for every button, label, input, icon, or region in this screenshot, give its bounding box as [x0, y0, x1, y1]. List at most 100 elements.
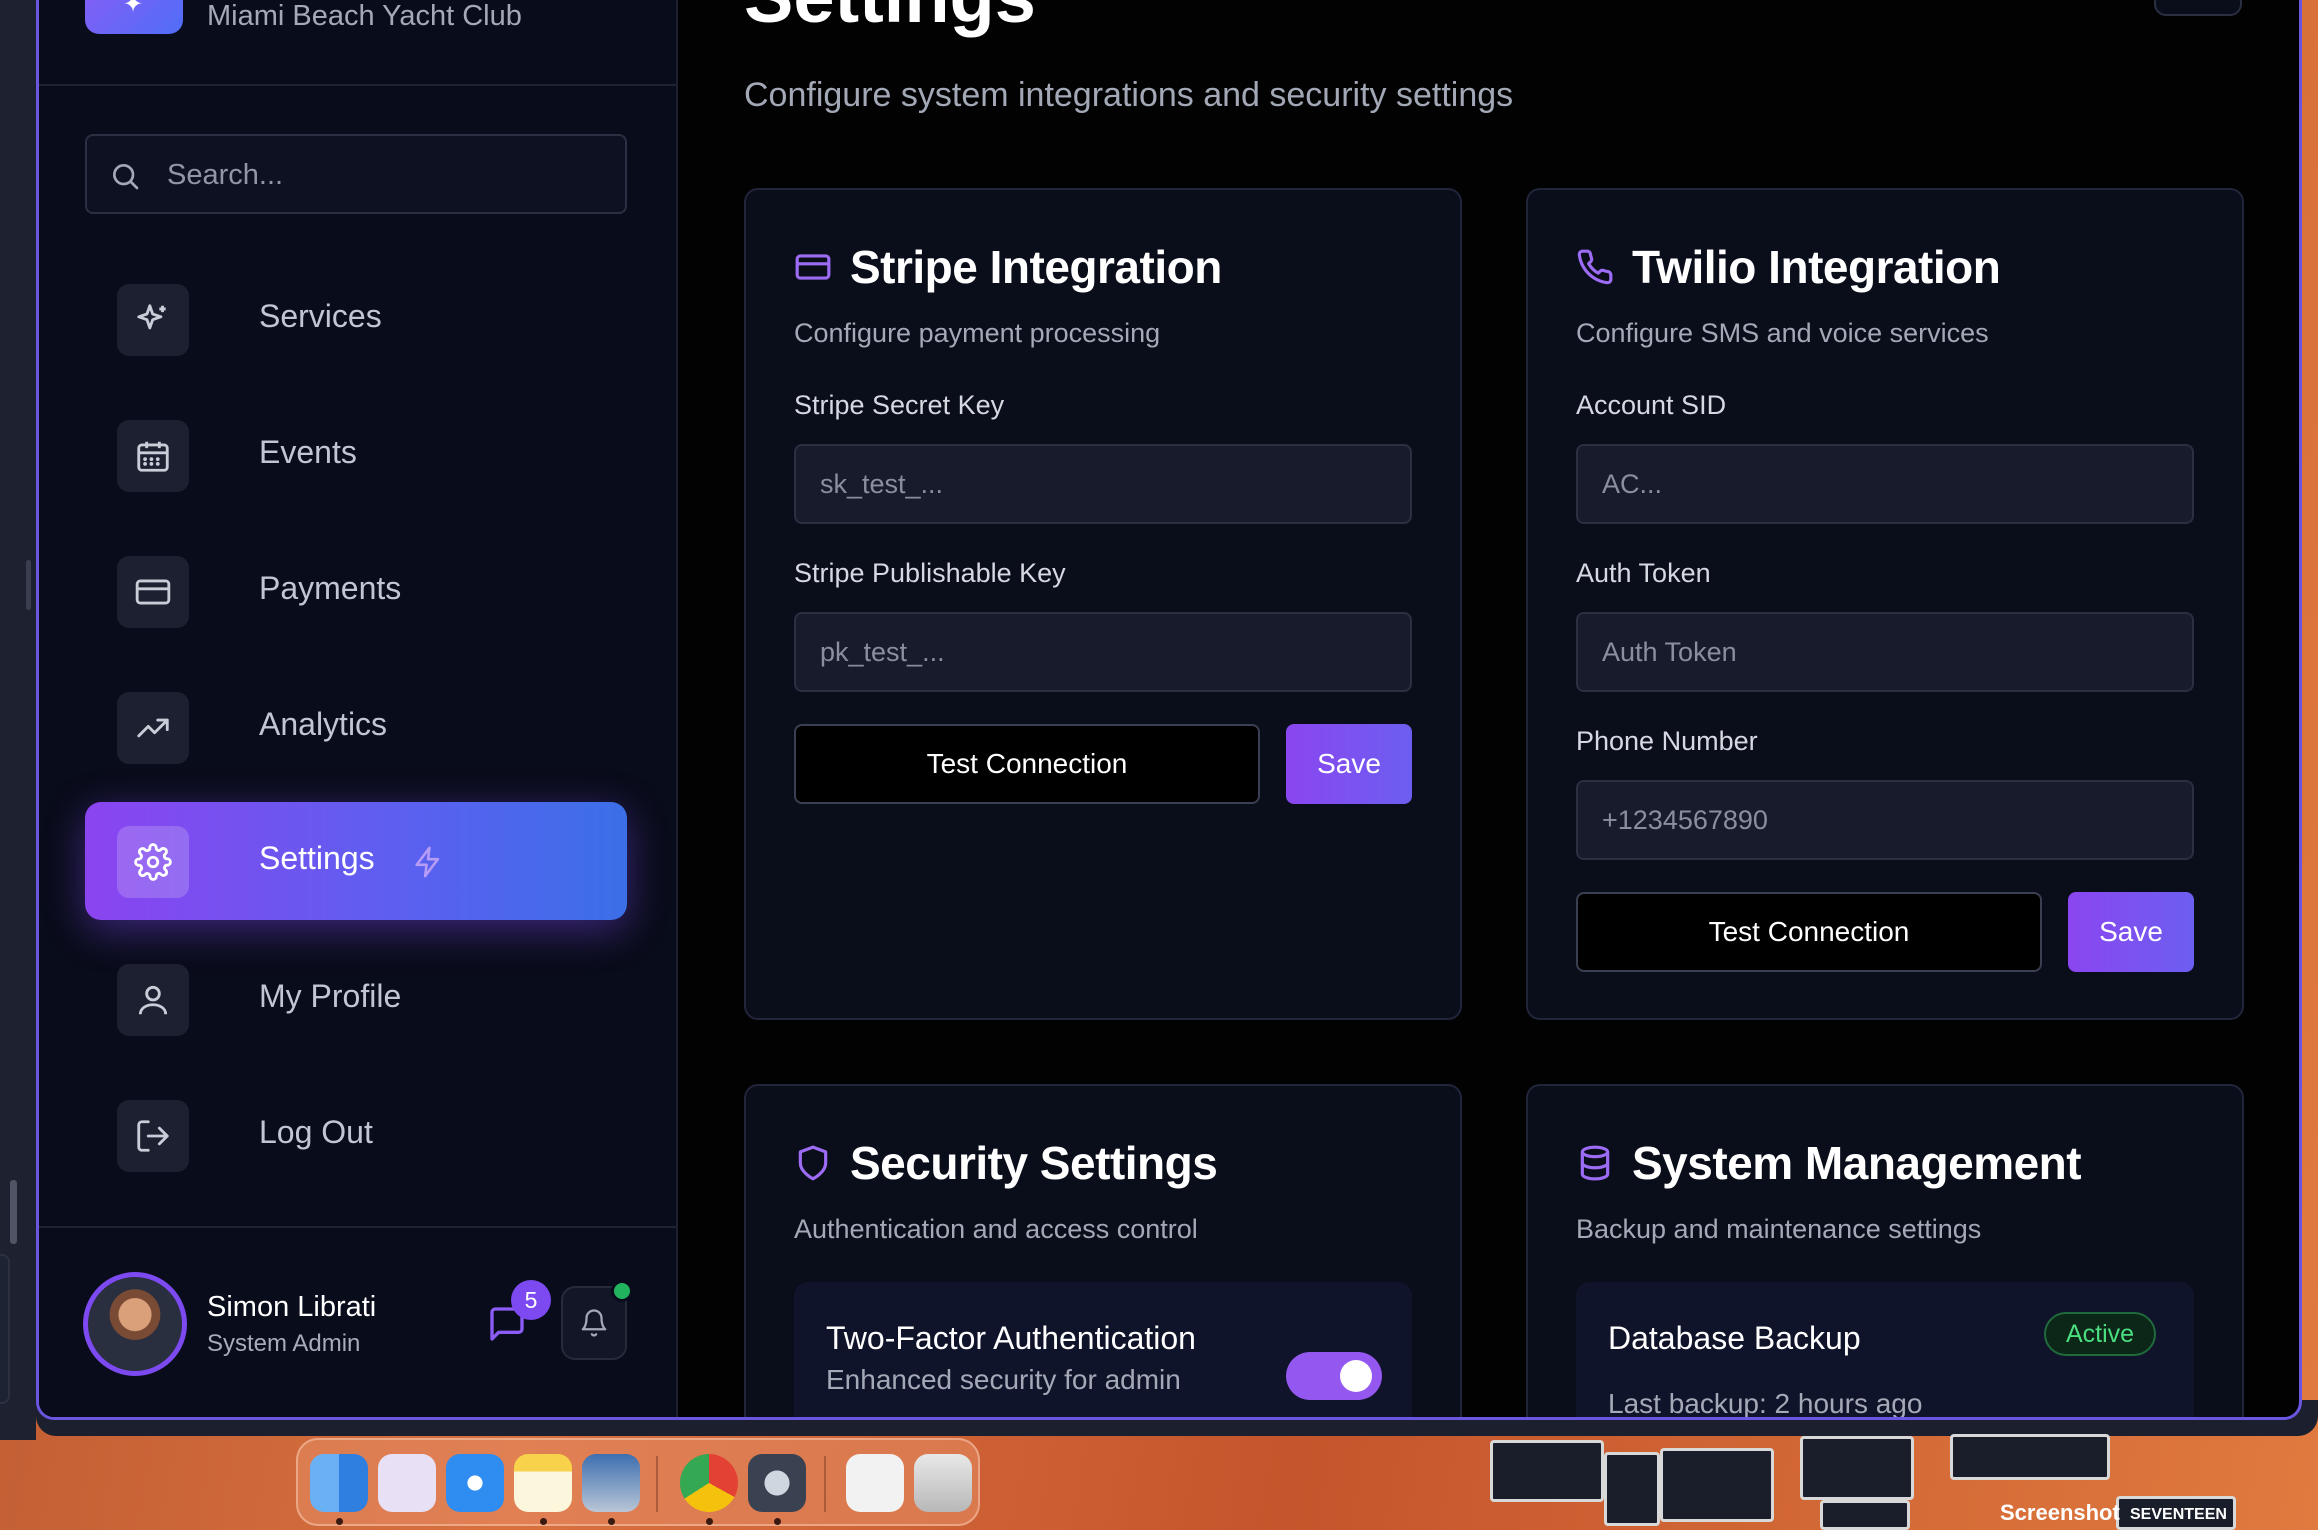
running-indicator: [608, 1518, 615, 1525]
app-window: ✦ Miami Beach Yacht Club Services Events…: [36, 0, 2302, 1420]
sidebar-item-label: Settings: [259, 840, 375, 876]
notes-icon[interactable]: [514, 1454, 572, 1512]
scroll-handle[interactable]: [10, 1180, 17, 1244]
finder-icon[interactable]: [310, 1454, 368, 1512]
toggle-knob: [1340, 1360, 1372, 1392]
desktop-file-thumbnail[interactable]: [1950, 1434, 2110, 1480]
database-backup-panel: Database Backup Active Last backup: 2 ho…: [1576, 1282, 2194, 1417]
search-box: [85, 134, 627, 214]
sidebar-item-log-out[interactable]: Log Out: [85, 1076, 627, 1194]
sidebar-item-label: Log Out: [259, 1114, 373, 1150]
desktop-file-thumbnail[interactable]: [1490, 1440, 1604, 1502]
trending-up-icon: [117, 692, 189, 764]
status-badge: Active: [2044, 1312, 2157, 1356]
card-header: System Management: [1576, 1136, 2082, 1190]
sidebar-item-payments[interactable]: Payments: [85, 532, 627, 650]
desktop-file-label[interactable]: Screenshot: [2000, 1500, 2120, 1526]
field-label: Auth Token: [1576, 558, 1711, 588]
documents-icon[interactable]: [846, 1454, 904, 1512]
status-indicator: [611, 1280, 633, 1302]
shield-icon: [798, 1145, 828, 1181]
brand-logo[interactable]: ✦: [85, 0, 183, 34]
sidebar-item-events[interactable]: Events: [85, 396, 627, 514]
message-count-badge: 5: [511, 1280, 551, 1320]
card-header: Stripe Integration: [794, 240, 1222, 294]
sidebar-item-analytics[interactable]: Analytics: [85, 668, 627, 786]
main-content: Settings Configure system integrations a…: [680, 0, 2299, 1417]
page-subtitle: Configure system integrations and securi…: [744, 76, 1514, 114]
test-connection-button[interactable]: Test Connection: [794, 724, 1260, 804]
dock-separator: [824, 1456, 826, 1512]
header-action-button[interactable]: [2154, 0, 2242, 16]
quicktime-icon[interactable]: [748, 1454, 806, 1512]
preview-icon[interactable]: [582, 1454, 640, 1512]
card-title: Twilio Integration: [1632, 241, 2001, 293]
running-indicator: [774, 1518, 781, 1525]
sidebar-item-label: Services: [259, 298, 382, 334]
test-connection-button[interactable]: Test Connection: [1576, 892, 2042, 972]
running-indicator: [336, 1518, 343, 1525]
chrome-icon[interactable]: [680, 1454, 738, 1512]
card-title: Stripe Integration: [850, 241, 1222, 293]
auth-token-field[interactable]: [1576, 612, 2194, 692]
background-window-edge: [0, 1254, 10, 1404]
desktop-file-thumbnail[interactable]: [1604, 1452, 1660, 1526]
card-description: Configure SMS and voice services: [1576, 318, 1989, 348]
search-input[interactable]: [167, 150, 607, 200]
credit-card-icon: [795, 254, 831, 280]
setting-title: Two-Factor Authentication: [826, 1320, 1196, 1356]
lightning-icon: [415, 846, 440, 878]
stripe-secret-key-field[interactable]: [794, 444, 1412, 524]
sidebar-item-settings[interactable]: Settings: [85, 802, 627, 920]
sidebar-item-services[interactable]: Services: [85, 260, 627, 378]
sidebar-item-label: Events: [259, 434, 357, 470]
user-icon: [117, 964, 189, 1036]
user-name: Simon Librati: [207, 1291, 377, 1323]
phone-icon: [1577, 249, 1613, 285]
sidebar: ✦ Miami Beach Yacht Club Services Events…: [39, 0, 678, 1417]
setting-description: Enhanced security for admin: [826, 1364, 1181, 1395]
dock-separator: [656, 1456, 658, 1512]
card-title: Security Settings: [850, 1137, 1218, 1189]
database-icon: [1580, 1145, 1610, 1181]
save-button[interactable]: Save: [2068, 892, 2194, 972]
field-label: Phone Number: [1576, 726, 1758, 756]
user-role: System Admin: [207, 1330, 361, 1357]
sparkles-icon: [117, 284, 189, 356]
account-sid-field[interactable]: [1576, 444, 2194, 524]
trash-icon[interactable]: [914, 1454, 972, 1512]
save-button[interactable]: Save: [1286, 724, 1412, 804]
field-label: Stripe Publishable Key: [794, 558, 1066, 588]
gear-icon: [117, 826, 189, 898]
system-management-card: System Management Backup and maintenance…: [1526, 1084, 2244, 1417]
launchpad-icon[interactable]: [378, 1454, 436, 1512]
desktop-file-label[interactable]: SEVENTEEN: [2130, 1506, 2227, 1524]
calendar-icon: [117, 420, 189, 492]
card-description: Authentication and access control: [794, 1214, 1198, 1244]
field-label: Account SID: [1576, 390, 1727, 420]
sidebar-item-label: Analytics: [259, 706, 388, 742]
stripe-publishable-key-field[interactable]: [794, 612, 1412, 692]
card-header: Twilio Integration: [1576, 240, 2001, 294]
security-settings-card: Security Settings Authentication and acc…: [744, 1084, 1462, 1417]
desktop-left-window: [0, 0, 36, 1440]
resize-handle[interactable]: [26, 560, 31, 610]
phone-number-field[interactable]: [1576, 780, 2194, 860]
divider: [39, 1226, 676, 1228]
avatar[interactable]: [83, 1272, 187, 1376]
sidebar-item-my-profile[interactable]: My Profile: [85, 940, 627, 1058]
search-icon: [113, 164, 139, 190]
running-indicator: [706, 1518, 713, 1525]
brand-subtitle: Miami Beach Yacht Club: [207, 0, 522, 32]
two-factor-toggle[interactable]: [1286, 1352, 1382, 1400]
safari-icon[interactable]: [446, 1454, 504, 1512]
desktop-file-thumbnail[interactable]: [1820, 1500, 1910, 1530]
running-indicator: [540, 1518, 547, 1525]
divider: [39, 84, 676, 86]
desktop-file-thumbnail[interactable]: [1800, 1436, 1914, 1500]
credit-card-icon: [117, 556, 189, 628]
desktop-file-thumbnail[interactable]: [1660, 1448, 1774, 1522]
field-label: Stripe Secret Key: [794, 390, 1005, 420]
sidebar-item-label: Payments: [259, 570, 402, 606]
two-factor-panel: Two-Factor Authentication Enhanced secur…: [794, 1282, 1412, 1417]
